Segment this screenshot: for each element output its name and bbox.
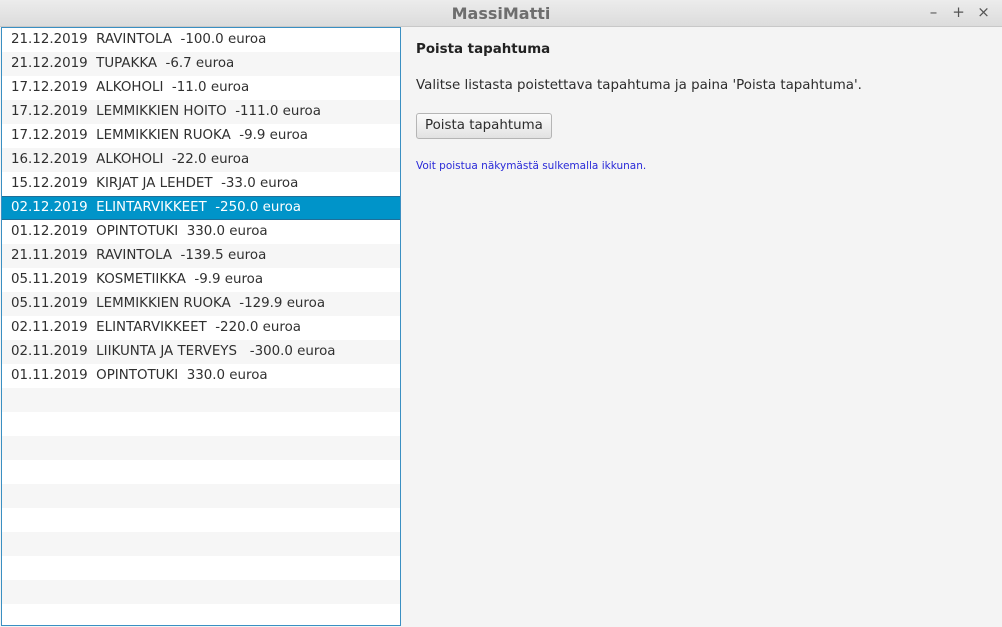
empty-list-row — [2, 436, 400, 460]
window-title: MassiMatti — [451, 4, 551, 23]
list-item[interactable]: 05.11.2019 KOSMETIIKKA -9.9 euroa — [2, 268, 400, 292]
empty-list-row — [2, 484, 400, 508]
list-item[interactable]: 21.12.2019 TUPAKKA -6.7 euroa — [2, 52, 400, 76]
empty-list-row — [2, 604, 400, 625]
delete-event-button[interactable]: Poista tapahtuma — [416, 113, 552, 139]
empty-list-row — [2, 532, 400, 556]
list-item[interactable]: 17.12.2019 LEMMIKKIEN RUOKA -9.9 euroa — [2, 124, 400, 148]
minimize-icon[interactable]: – — [925, 3, 942, 21]
list-item[interactable]: 17.12.2019 ALKOHOLI -11.0 euroa — [2, 76, 400, 100]
exit-hint-text: Voit poistua näkymästä sulkemalla ikkuna… — [416, 160, 647, 172]
close-icon[interactable]: × — [975, 3, 992, 21]
list-item[interactable]: 17.12.2019 LEMMIKKIEN HOITO -111.0 euroa — [2, 100, 400, 124]
panel-heading: Poista tapahtuma — [416, 42, 551, 57]
list-item[interactable]: 05.11.2019 LEMMIKKIEN RUOKA -129.9 euroa — [2, 292, 400, 316]
empty-list-row — [2, 508, 400, 532]
title-bar[interactable]: MassiMatti – + × — [0, 0, 1002, 27]
empty-list-row — [2, 580, 400, 604]
list-item[interactable]: 21.11.2019 RAVINTOLA -139.5 euroa — [2, 244, 400, 268]
app-window: MassiMatti – + × 21.12.2019 RAVINTOLA -1… — [0, 0, 1002, 627]
list-item[interactable]: 15.12.2019 KIRJAT JA LEHDET -33.0 euroa — [2, 172, 400, 196]
list-item[interactable]: 21.12.2019 RAVINTOLA -100.0 euroa — [2, 28, 400, 52]
window-controls: – + × — [925, 3, 992, 21]
list-item[interactable]: 02.12.2019 ELINTARVIKKEET -250.0 euroa — [2, 196, 400, 220]
empty-list-row — [2, 460, 400, 484]
delete-panel: Poista tapahtuma Valitse listasta poiste… — [402, 27, 1002, 627]
event-list[interactable]: 21.12.2019 RAVINTOLA -100.0 euroa 21.12.2… — [1, 27, 401, 626]
empty-list-row — [2, 556, 400, 580]
maximize-icon[interactable]: + — [950, 3, 967, 21]
instruction-text: Valitse listasta poistettava tapahtuma j… — [416, 78, 862, 93]
list-item[interactable]: 16.12.2019 ALKOHOLI -22.0 euroa — [2, 148, 400, 172]
list-item[interactable]: 02.11.2019 ELINTARVIKKEET -220.0 euroa — [2, 316, 400, 340]
empty-list-row — [2, 412, 400, 436]
list-item[interactable]: 01.11.2019 OPINTOTUKI 330.0 euroa — [2, 364, 400, 388]
empty-list-row — [2, 388, 400, 412]
list-item[interactable]: 02.11.2019 LIIKUNTA JA TERVEYS -300.0 eu… — [2, 340, 400, 364]
list-item[interactable]: 01.12.2019 OPINTOTUKI 330.0 euroa — [2, 220, 400, 244]
